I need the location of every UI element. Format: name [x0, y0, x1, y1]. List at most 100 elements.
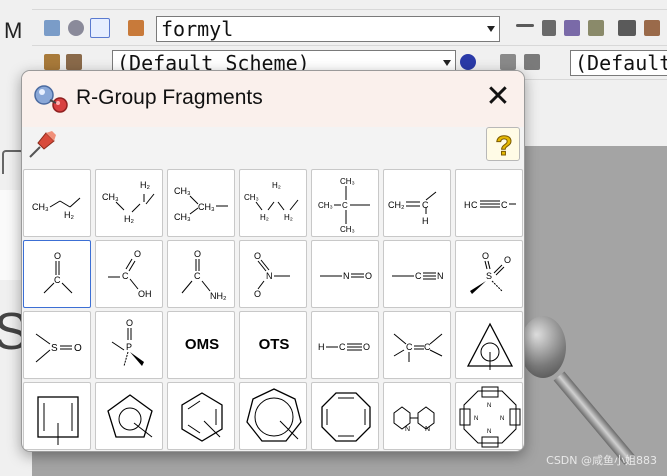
svg-text:CH₃: CH₃ [244, 193, 259, 202]
svg-text:OH: OH [138, 289, 152, 299]
svg-text:H: H [318, 342, 325, 352]
svg-text:N: N [487, 429, 491, 435]
hexagon-ring-icon [181, 392, 223, 442]
pin-icon[interactable] [26, 129, 58, 161]
octagon-ring-icon [321, 392, 371, 442]
cyano-structure-icon: C N [392, 271, 444, 281]
svg-text:C: C [342, 201, 348, 210]
fragment-icon[interactable] [128, 20, 144, 36]
svg-text:CH₃: CH₃ [174, 212, 191, 222]
fragment-bipyridyl[interactable]: N N [383, 382, 451, 450]
color-scheme-icon[interactable] [66, 54, 82, 70]
fragment-cycloheptatrienyl[interactable] [239, 382, 307, 450]
rgroup-toggle-icon[interactable] [90, 18, 110, 38]
hydrogen-tool-icon[interactable] [618, 20, 636, 36]
fragment-tert-butyl[interactable]: CH₃ CH₃ C CH₃ [311, 169, 379, 237]
fragment-acyl[interactable]: O C [23, 240, 91, 308]
svg-text:N: N [266, 271, 273, 281]
propyl-structure-icon: CH₃ H₂ H₂ [102, 180, 155, 224]
svg-text:CH₃: CH₃ [174, 186, 191, 196]
fragment-butyl[interactable]: CH₃ H₂ H₂ H₂ [239, 169, 307, 237]
fragment-sulfinyl[interactable]: S O [23, 311, 91, 379]
formula-combo[interactable]: formyl [156, 16, 500, 42]
svg-text:NH₂: NH₂ [210, 291, 227, 301]
vinyl-structure-icon: CH₂ C H [388, 191, 437, 226]
toolbar-row-top [32, 0, 667, 10]
fragment-sulfonyl[interactable]: O S O [455, 240, 523, 308]
help-question-icon: ? [495, 130, 513, 162]
chain-tool-icon[interactable] [588, 20, 604, 36]
svg-text:C: C [194, 271, 201, 281]
fragment-vinyl[interactable]: CH₂ C H [383, 169, 451, 237]
svg-text:C: C [54, 275, 61, 285]
rgroup-fragments-dialog: R-Group Fragments ✕ ? CH₃ H₂ CH₃ H₂ H₂ C… [21, 70, 525, 452]
fragment-ethynyl[interactable]: H C C [455, 169, 523, 237]
chevron-down-icon [487, 26, 495, 32]
text-style-icon[interactable] [500, 54, 516, 70]
globe-icon[interactable] [460, 54, 476, 70]
style-icon[interactable] [44, 54, 60, 70]
sequence-icon[interactable] [44, 20, 60, 36]
atom-icon[interactable] [68, 20, 84, 36]
fragment-cyano[interactable]: C N [383, 240, 451, 308]
svg-text:H₂: H₂ [64, 210, 74, 220]
fragment-oms[interactable]: OMS [167, 311, 235, 379]
svg-text:S: S [51, 343, 58, 354]
ring-tool-icon[interactable] [564, 20, 580, 36]
svg-text:CH₃: CH₃ [198, 202, 215, 212]
fragment-cyclopentadienyl[interactable] [95, 382, 163, 450]
help-button[interactable]: ? [486, 127, 520, 162]
isopropyl-structure-icon: CH₃ CH₃ CH₃ [174, 186, 228, 222]
svg-text:CH₂: CH₂ [388, 200, 405, 210]
svg-text:N: N [425, 426, 430, 433]
svg-text:H: H [464, 200, 471, 210]
fragment-hco[interactable]: H C O [311, 311, 379, 379]
fragment-ethyl[interactable]: CH₃ H₂ [23, 169, 91, 237]
fragment-phosphinyl[interactable]: O P [95, 311, 163, 379]
svg-text:O: O [54, 251, 61, 261]
carboxyl-structure-icon: O C OH [108, 249, 152, 299]
svg-text:N: N [405, 426, 410, 433]
ethynyl-structure-icon: H C C [464, 200, 516, 210]
scheme-combo-right[interactable]: (Default [570, 50, 667, 76]
dialog-titlebar[interactable]: R-Group Fragments ✕ [22, 71, 524, 127]
svg-text:O: O [363, 342, 370, 352]
svg-text:O: O [134, 249, 141, 259]
fragment-carboxyl[interactable]: O C OH [95, 240, 163, 308]
fragment-cyclobutyl[interactable] [23, 382, 91, 450]
heptagon-ring-icon [246, 388, 302, 442]
close-icon: ✕ [485, 79, 511, 114]
fragment-cyclooctatetraenyl[interactable] [311, 382, 379, 450]
bond-icon[interactable] [516, 24, 534, 27]
fragment-ots[interactable]: OTS [239, 311, 307, 379]
font-icon[interactable] [524, 54, 540, 70]
porphyrin-structure-icon: N N N N [459, 386, 521, 448]
fragment-propyl[interactable]: CH₃ H₂ H₂ [95, 169, 163, 237]
wedge-icon[interactable] [542, 20, 556, 36]
fragment-carbamoyl[interactable]: O C NH₂ [167, 240, 235, 308]
bipyridyl-structure-icon: N N [393, 406, 435, 433]
close-button[interactable]: ✕ [478, 79, 518, 117]
fragment-nitro[interactable]: O N O [239, 240, 307, 308]
watermark: CSDN @咸鱼小姐883 [546, 454, 657, 467]
svg-text:O: O [365, 271, 372, 281]
fragment-cyclopropyl[interactable]: C C [383, 311, 451, 379]
fragment-isopropyl[interactable]: CH₃ CH₃ CH₃ [167, 169, 235, 237]
svg-text:CH₃: CH₃ [340, 177, 355, 186]
svg-text:C: C [471, 200, 478, 210]
svg-text:N: N [474, 416, 478, 422]
acyl-structure-icon: O C [43, 251, 73, 294]
fragment-nitroso[interactable]: N O [311, 240, 379, 308]
hco-structure-icon: H C O [318, 342, 370, 352]
svg-text:H₂: H₂ [284, 213, 293, 222]
sulfinyl-structure-icon: S O [35, 333, 82, 363]
svg-text:N: N [487, 403, 491, 409]
fragment-porphyrin[interactable]: N N N N [455, 382, 523, 450]
charge-tool-icon[interactable] [644, 20, 660, 36]
fragment-trityl-like[interactable] [455, 311, 523, 379]
svg-text:?: ? [495, 130, 512, 161]
fragment-phenyl[interactable] [167, 382, 235, 450]
tert-butyl-structure-icon: CH₃ CH₃ C CH₃ [318, 177, 370, 234]
svg-text:N: N [343, 271, 350, 281]
svg-text:CH₃: CH₃ [318, 201, 333, 210]
